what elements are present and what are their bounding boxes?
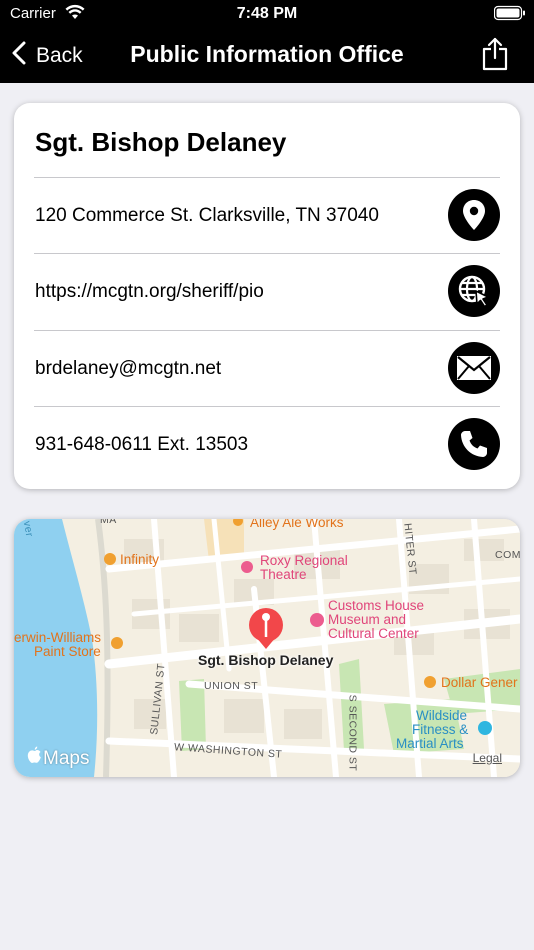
legal-link[interactable]: Legal	[473, 751, 502, 765]
globe-cursor-icon[interactable]	[448, 265, 500, 317]
maps-logo-text: Maps	[43, 747, 90, 769]
email-text: brdelaney@mcgtn.net	[35, 358, 222, 379]
street-union: UNION ST	[204, 680, 259, 692]
battery-icon	[493, 5, 526, 26]
poi-roxy-line2[interactable]: Theatre	[260, 568, 307, 582]
poi-wildside-line1[interactable]: Wildside	[416, 709, 467, 723]
poi-wildside-line2[interactable]: Fitness &	[412, 723, 468, 737]
website-row[interactable]: https://mcgtn.org/sheriff/pio	[34, 253, 500, 329]
poi-sherwin-line1[interactable]: erwin-Williams	[14, 631, 101, 645]
location-pin-icon[interactable]	[448, 189, 500, 241]
poi-customs-line2[interactable]: Museum and	[328, 613, 406, 627]
address-text: 120 Commerce St. Clarksville, TN 37040	[35, 205, 379, 226]
poi-wildside-line3[interactable]: Martial Arts	[396, 737, 464, 751]
email-row[interactable]: brdelaney@mcgtn.net	[34, 330, 500, 406]
contact-name: Sgt. Bishop Delaney	[35, 127, 287, 157]
poi-dollar-general[interactable]: Dollar Gener	[441, 676, 518, 690]
navigation-bar: Back Public Information Office	[0, 28, 534, 83]
share-icon	[482, 37, 508, 75]
river-label: ver	[20, 520, 36, 538]
poi-alley-ale-works[interactable]: Alley Ale Works	[250, 519, 344, 530]
phone-icon[interactable]	[448, 418, 500, 470]
page-title: Public Information Office	[130, 41, 404, 67]
envelope-icon[interactable]	[448, 342, 500, 394]
phone-text: 931-648-0611 Ext. 13503	[35, 434, 249, 455]
street-ma: MA	[100, 519, 117, 526]
share-button[interactable]	[482, 37, 508, 76]
phone-row[interactable]: 931-648-0611 Ext. 13503	[34, 406, 500, 482]
poi-roxy-line1[interactable]: Roxy Regional	[260, 554, 348, 568]
map-view[interactable]: Alley Ale Works Infinity Roxy Regional T…	[14, 519, 520, 777]
street-com: COM	[495, 549, 520, 561]
street-second: S SECOND ST	[346, 694, 359, 772]
contact-card: Sgt. Bishop Delaney 120 Commerce St. Cla…	[14, 103, 520, 489]
clock: 7:48 PM	[236, 5, 298, 22]
poi-infinity[interactable]: Infinity	[120, 553, 159, 567]
poi-customs-line1[interactable]: Customs House	[328, 599, 424, 613]
map-pin-label[interactable]: Sgt. Bishop Delaney	[198, 652, 333, 668]
status-bar: Carrier 7:48 PM	[0, 0, 534, 28]
apple-logo-icon	[26, 746, 42, 771]
address-row[interactable]: 120 Commerce St. Clarksville, TN 37040	[34, 177, 500, 253]
website-text: https://mcgtn.org/sheriff/pio	[35, 281, 264, 302]
poi-customs-line3[interactable]: Cultural Center	[328, 627, 419, 641]
apple-maps-logo: Maps	[26, 746, 89, 771]
poi-sherwin-line2[interactable]: Paint Store	[34, 645, 101, 659]
